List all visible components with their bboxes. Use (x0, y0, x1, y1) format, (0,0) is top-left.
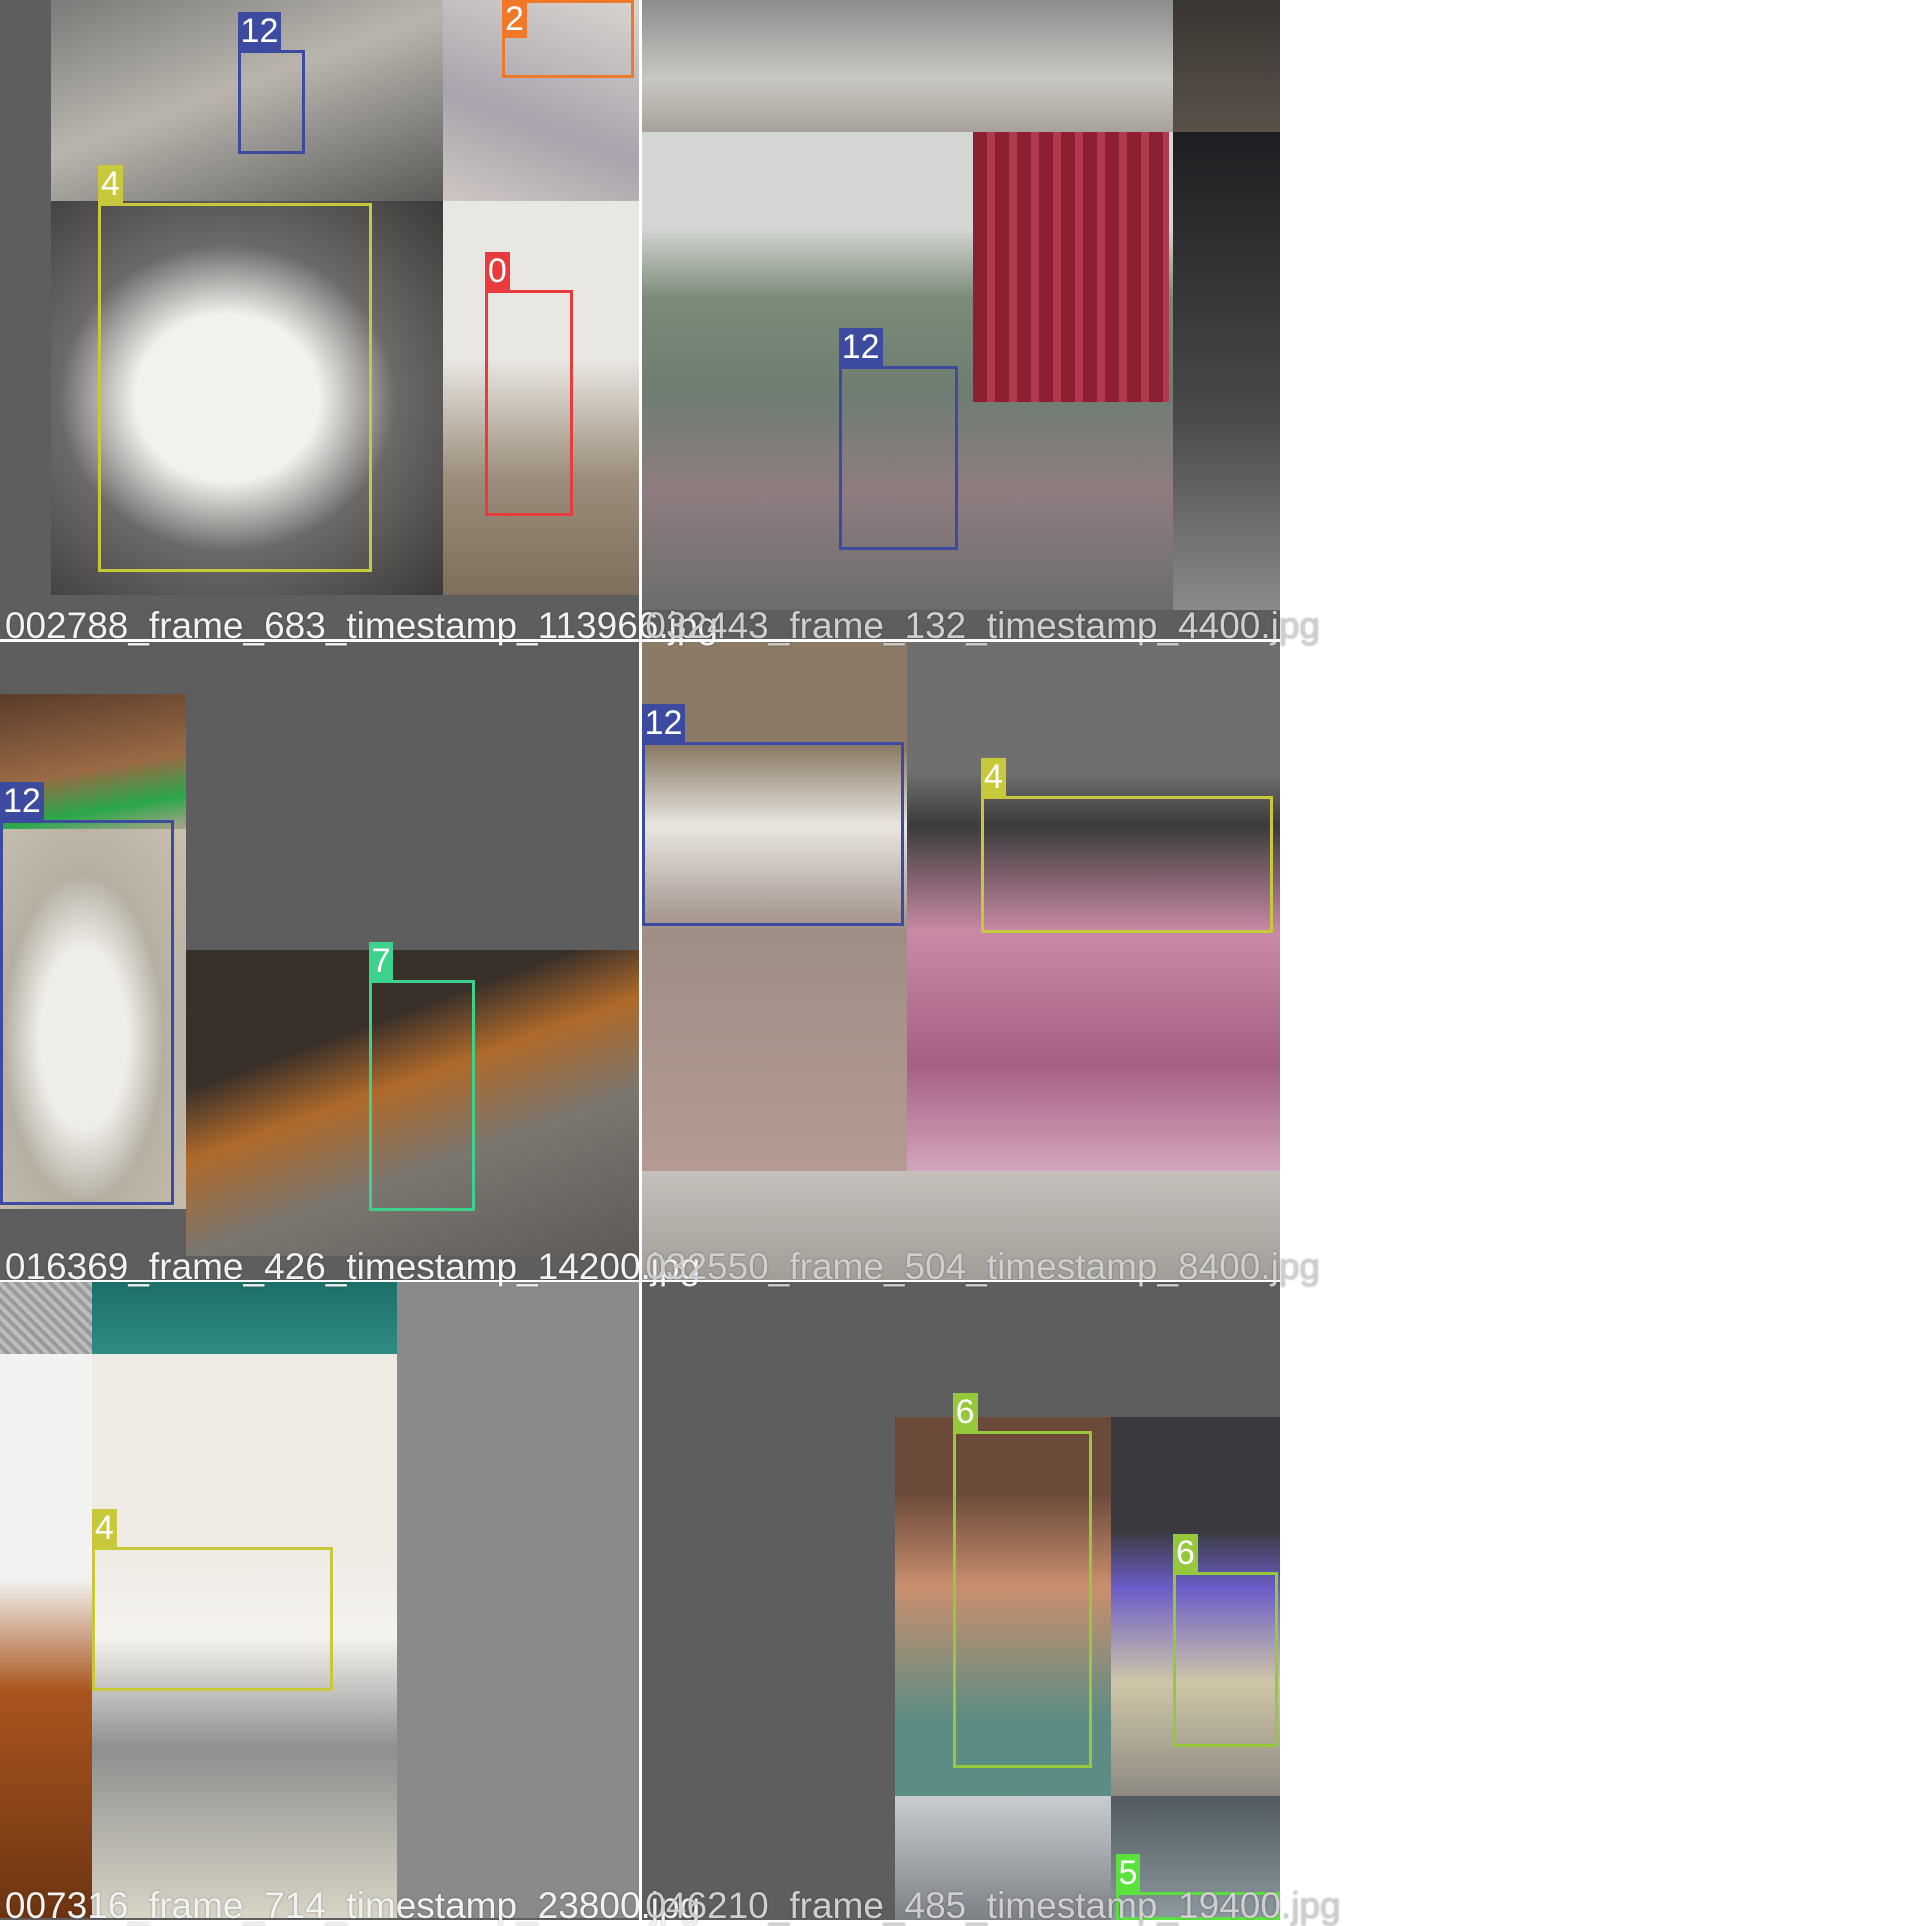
mosaic-tile: 12 4 (640, 640, 1280, 1281)
detection-box (641, 742, 904, 926)
detection-box (0, 820, 174, 1205)
detection-class-label: 7 (368, 941, 394, 980)
photo-crop (0, 1280, 92, 1355)
mosaic-grid: 12 2 4 0 12 12 7 12 4 4 6 6 5 002788_frame_683_timest… (0, 0, 1920, 1925)
detection-box (97, 203, 373, 572)
detection-box (368, 979, 476, 1211)
photo-crop (0, 1354, 92, 1918)
detection-box (237, 50, 305, 155)
photo-crop (640, 0, 1174, 133)
detection-class-label: 0 (484, 252, 510, 291)
detection-box (1173, 1572, 1279, 1748)
detection-box (980, 795, 1274, 934)
grid-divider (639, 0, 642, 1920)
detection-class-label: 6 (952, 1393, 978, 1432)
detection-class-label: 4 (97, 165, 123, 204)
detection-box (484, 290, 574, 516)
mosaic-tile: 4 (0, 1280, 641, 1920)
photo-crop (91, 1280, 397, 1355)
detection-class-label: 4 (980, 757, 1006, 796)
photo-crop (1173, 0, 1280, 133)
detection-class-label: 6 (1173, 1534, 1198, 1573)
detection-class-label: 2 (502, 0, 527, 38)
detection-box (91, 1546, 334, 1691)
detection-class-label: 12 (838, 328, 883, 367)
photo-crop (396, 1280, 641, 1918)
detection-class-label: 12 (237, 12, 282, 51)
grid-divider (0, 639, 1280, 642)
mosaic-tile: 12 7 (0, 640, 641, 1281)
photo-crop (1173, 132, 1280, 610)
mosaic-tile: 665 (640, 1280, 1280, 1920)
detection-class-label: 12 (641, 704, 686, 743)
grid-divider (0, 1279, 1280, 1283)
mosaic-tile: 12 (640, 0, 1280, 641)
mosaic-tile: 12 2 4 0 (0, 0, 641, 641)
detection-class-label: 12 (0, 782, 44, 821)
detection-class-label: 4 (91, 1508, 117, 1547)
photo-crop (973, 132, 1170, 402)
detection-box (952, 1431, 1093, 1769)
detection-box (838, 366, 958, 550)
